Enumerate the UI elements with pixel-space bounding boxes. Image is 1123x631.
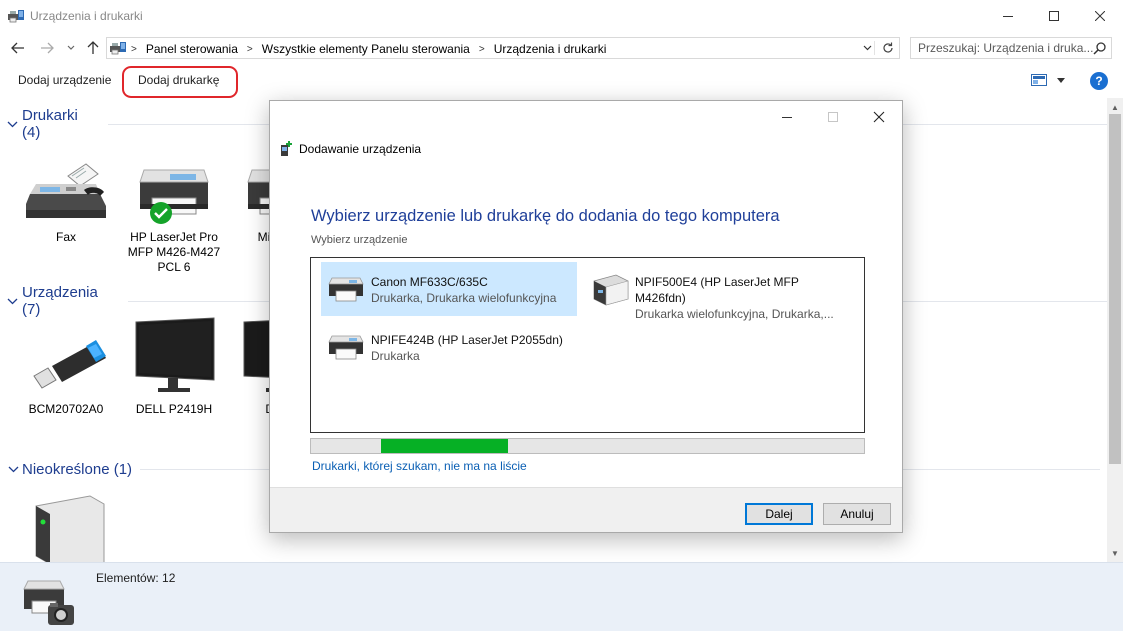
maximize-button[interactable]: [1031, 0, 1077, 32]
chevron-down-icon: [67, 45, 75, 50]
device-label: Fax: [55, 230, 76, 244]
dialog-title: Dodawanie urządzenia: [299, 142, 422, 156]
title-bar: Urządzenia i drukarki: [0, 0, 1123, 32]
dialog-footer: Dalej Anuluj: [270, 487, 902, 532]
back-arrow-icon: [11, 42, 24, 54]
scroll-up-icon[interactable]: ▲: [1110, 102, 1120, 112]
device-label: HP LaserJet Pro MFP M426-M427 PCL 6: [127, 230, 221, 274]
device-name: Canon MF633C/635C: [371, 275, 488, 289]
search-icon[interactable]: [1093, 41, 1107, 58]
device-type: Drukarka, Drukarka wielofunkcyjna: [371, 291, 557, 305]
minimize-button[interactable]: [985, 0, 1031, 32]
search-input[interactable]: [911, 38, 1093, 58]
refresh-button[interactable]: [879, 40, 897, 56]
command-bar: Dodaj urządzenie Dodaj drukarkę ?: [0, 63, 1123, 98]
search-box[interactable]: [910, 37, 1112, 59]
printer-icon: [328, 335, 364, 360]
breadcrumb: > Panel sterowania > Wszystkie elementy …: [131, 42, 606, 56]
scroll-down-icon[interactable]: ▼: [1110, 548, 1120, 558]
printer-icon: [328, 277, 364, 302]
chevron-down-icon[interactable]: [6, 463, 20, 477]
device-list[interactable]: Canon MF633C/635C Drukarka, Drukarka wie…: [310, 257, 865, 433]
device-name: NPIF500E4 (HP LaserJet MFP: [635, 275, 799, 289]
breadcrumb-all-items[interactable]: Wszystkie elementy Panelu sterowania: [262, 42, 470, 56]
forward-button[interactable]: [38, 39, 56, 57]
breadcrumb-separator-icon[interactable]: >: [479, 44, 485, 55]
view-icon: [1031, 74, 1047, 86]
add-device-icon: [281, 141, 292, 156]
devices-printers-large-icon: [20, 575, 78, 630]
dialog-maximize-button: [810, 101, 856, 133]
fax-icon: [26, 163, 106, 218]
chevron-down-icon[interactable]: [6, 294, 20, 308]
dialog-heading: Wybierz urządzenie lub drukarkę do dodan…: [311, 207, 780, 225]
forward-arrow-icon: [41, 42, 54, 54]
device-item-fax[interactable]: Fax: [18, 140, 114, 245]
chevron-down-icon: [1057, 77, 1065, 83]
printer-not-listed-link[interactable]: Drukarki, której szukam, nie ma na liści…: [312, 459, 527, 473]
dialog-close-button[interactable]: [856, 101, 902, 133]
device-option-npif500e4[interactable]: NPIF500E4 (HP LaserJet MFP M426fdn) Druk…: [585, 262, 861, 321]
chevron-down-icon: [863, 45, 872, 51]
add-device-button[interactable]: Dodaj urządzenie: [18, 73, 111, 87]
up-button[interactable]: [84, 39, 102, 57]
details-pane: Elementów: 12: [0, 562, 1123, 631]
up-arrow-icon: [87, 41, 99, 54]
devices-printers-app-icon: [8, 9, 24, 23]
computer-tower-icon: [35, 495, 105, 562]
cancel-button[interactable]: Anuluj: [823, 503, 891, 525]
device-name-line2: M426fdn): [635, 291, 686, 305]
device-option-canon[interactable]: Canon MF633C/635C Drukarka, Drukarka wie…: [321, 262, 577, 316]
breadcrumb-control-panel[interactable]: Panel sterowania: [146, 42, 238, 56]
search-progress-bar: [310, 438, 865, 454]
change-view-button[interactable]: [1031, 74, 1065, 86]
printer-icon: [139, 169, 209, 215]
window-title: Urządzenia i drukarki: [30, 9, 143, 23]
group-title: Nieokreślone (1): [22, 461, 133, 478]
progress-fill: [381, 439, 508, 453]
dialog-subheading: Wybierz urządzenie: [311, 234, 408, 246]
dialog-title-area: Dodawanie urządzenia: [280, 141, 421, 157]
device-name: NPIFE424B (HP LaserJet P2055dn): [371, 333, 563, 347]
close-button[interactable]: [1077, 0, 1123, 32]
refresh-icon: [883, 42, 893, 53]
default-checkmark-icon: [150, 202, 172, 224]
device-item-bcm20702a0[interactable]: BCM20702A0: [18, 312, 114, 417]
address-bar[interactable]: > Panel sterowania > Wszystkie elementy …: [106, 37, 900, 59]
item-count: Elementów: 12: [96, 571, 176, 585]
address-dropdown-button[interactable]: [861, 41, 875, 55]
back-button[interactable]: [9, 39, 27, 57]
devices-printers-location-icon: [110, 41, 126, 55]
add-device-dialog: Dodawanie urządzenia Wybierz urządzenie …: [269, 100, 903, 533]
device-type: Drukarka: [371, 349, 420, 363]
help-button[interactable]: ?: [1090, 72, 1108, 90]
multifunction-printer-icon: [593, 274, 629, 306]
scrollbar-thumb[interactable]: [1109, 114, 1121, 464]
device-item-computer[interactable]: [18, 480, 114, 562]
usb-dongle-icon: [33, 340, 106, 389]
device-item-dell-p2419h[interactable]: DELL P2419H: [126, 312, 222, 417]
chevron-down-icon[interactable]: [6, 117, 20, 131]
vertical-scrollbar[interactable]: ▲ ▼: [1107, 98, 1123, 562]
breadcrumb-separator-icon[interactable]: >: [131, 44, 137, 55]
add-printer-button[interactable]: Dodaj drukarkę: [138, 73, 219, 87]
breadcrumb-separator-icon[interactable]: >: [247, 44, 253, 55]
monitor-icon: [135, 317, 215, 392]
dialog-minimize-button[interactable]: [764, 101, 810, 133]
device-label: DELL P2419H: [135, 402, 213, 416]
device-label: BCM20702A0: [28, 402, 104, 416]
device-type: Drukarka wielofunkcyjna, Drukarka,...: [635, 307, 834, 321]
recent-locations-button[interactable]: [62, 39, 80, 57]
breadcrumb-devices-printers[interactable]: Urządzenia i drukarki: [494, 42, 607, 56]
group-title: Drukarki (4): [21, 107, 78, 141]
next-button[interactable]: Dalej: [745, 503, 813, 525]
device-option-npife424b[interactable]: NPIFE424B (HP LaserJet P2055dn) Drukarka: [321, 320, 577, 374]
navigation-bar: > Panel sterowania > Wszystkie elementy …: [0, 33, 1123, 63]
device-item-hp-laserjet[interactable]: HP LaserJet Pro MFP M426-M427 PCL 6: [126, 140, 222, 275]
